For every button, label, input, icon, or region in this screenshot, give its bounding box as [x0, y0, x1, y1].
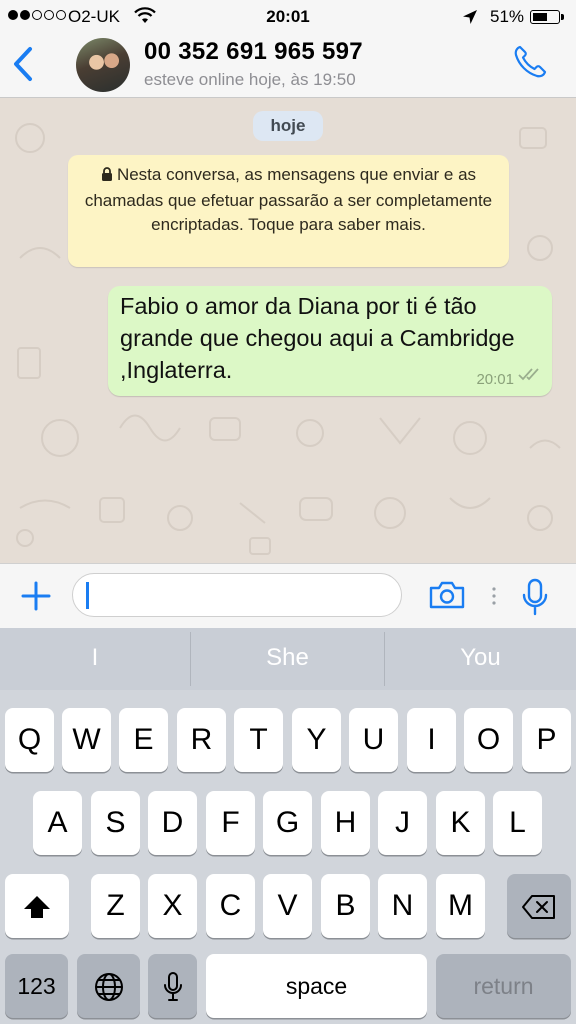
camera-icon [429, 581, 465, 609]
location-arrow-icon [462, 9, 478, 30]
key-x[interactable]: X [148, 874, 197, 938]
message-timestamp: 20:01 [476, 371, 514, 388]
key-f[interactable]: F [206, 791, 255, 855]
navigation-header: O2-UK 20:01 51% 00 352 691 965 597 estev… [0, 0, 576, 98]
globe-icon [94, 973, 123, 1002]
encryption-notice-text: Nesta conversa, as mensagens que enviar … [84, 165, 493, 234]
key-k[interactable]: K [436, 791, 485, 855]
message-text: Fabio o amor da Diana por ti é tão grand… [120, 293, 515, 383]
camera-button[interactable] [428, 580, 466, 615]
backspace-key[interactable] [507, 874, 571, 938]
key-w[interactable]: W [62, 708, 111, 772]
phone-icon [514, 45, 547, 78]
key-a[interactable]: A [33, 791, 82, 855]
battery-icon [530, 10, 560, 24]
dictation-key[interactable] [148, 954, 197, 1018]
key-y[interactable]: Y [292, 708, 341, 772]
prediction-suggestion[interactable]: She [191, 628, 384, 690]
back-button[interactable] [12, 46, 34, 87]
key-z[interactable]: Z [91, 874, 140, 938]
shift-key[interactable] [5, 874, 69, 938]
lock-icon [101, 164, 113, 189]
shift-arrow-icon [24, 896, 50, 919]
key-l[interactable]: L [493, 791, 542, 855]
prediction-suggestion[interactable]: You [385, 628, 576, 690]
key-m[interactable]: M [436, 874, 485, 938]
return-key[interactable]: return [436, 954, 571, 1018]
voice-message-button[interactable] [521, 578, 549, 621]
key-s[interactable]: S [91, 791, 140, 855]
message-composer [0, 563, 576, 628]
key-n[interactable]: N [378, 874, 427, 938]
key-b[interactable]: B [321, 874, 370, 938]
key-q[interactable]: Q [5, 708, 54, 772]
contact-avatar[interactable] [76, 38, 130, 92]
status-bar: O2-UK 20:01 51% [0, 0, 576, 34]
key-t[interactable]: T [234, 708, 283, 772]
key-u[interactable]: U [349, 708, 398, 772]
double-check-icon [518, 367, 540, 386]
key-h[interactable]: H [321, 791, 370, 855]
language-key[interactable] [77, 954, 140, 1018]
date-separator: hoje [253, 111, 323, 141]
chevron-left-icon [14, 47, 32, 81]
call-button[interactable] [512, 44, 548, 85]
predictive-text-bar: I She You [0, 628, 576, 690]
numbers-key[interactable]: 123 [5, 954, 68, 1018]
attach-button[interactable] [20, 580, 52, 617]
key-p[interactable]: P [522, 708, 571, 772]
key-g[interactable]: G [263, 791, 312, 855]
key-d[interactable]: D [148, 791, 197, 855]
outgoing-message-bubble[interactable]: Fabio o amor da Diana por ti é tão grand… [108, 286, 552, 396]
last-seen-status: esteve online hoje, às 19:50 [144, 70, 356, 89]
on-screen-keyboard: I She You Q W E R T Y U I O P A S D F G … [0, 628, 576, 1024]
key-v[interactable]: V [263, 874, 312, 938]
key-i[interactable]: I [407, 708, 456, 772]
backspace-icon [522, 895, 555, 920]
contact-name[interactable]: 00 352 691 965 597 [144, 38, 363, 66]
key-r[interactable]: R [177, 708, 226, 772]
microphone-icon [522, 578, 548, 616]
key-e[interactable]: E [119, 708, 168, 772]
message-input[interactable] [72, 573, 402, 617]
key-c[interactable]: C [206, 874, 255, 938]
microphone-icon [163, 972, 182, 1002]
key-j[interactable]: J [378, 791, 427, 855]
prediction-suggestion[interactable]: I [0, 628, 190, 690]
space-key[interactable]: space [206, 954, 427, 1018]
text-cursor [86, 582, 89, 609]
conversation-view[interactable]: hoje Nesta conversa, as mensagens que en… [0, 98, 576, 563]
encryption-notice[interactable]: Nesta conversa, as mensagens que enviar … [68, 155, 509, 267]
key-o[interactable]: O [464, 708, 513, 772]
more-options-icon [491, 586, 497, 611]
plus-icon [21, 581, 51, 611]
battery-percentage: 51% [490, 7, 525, 26]
